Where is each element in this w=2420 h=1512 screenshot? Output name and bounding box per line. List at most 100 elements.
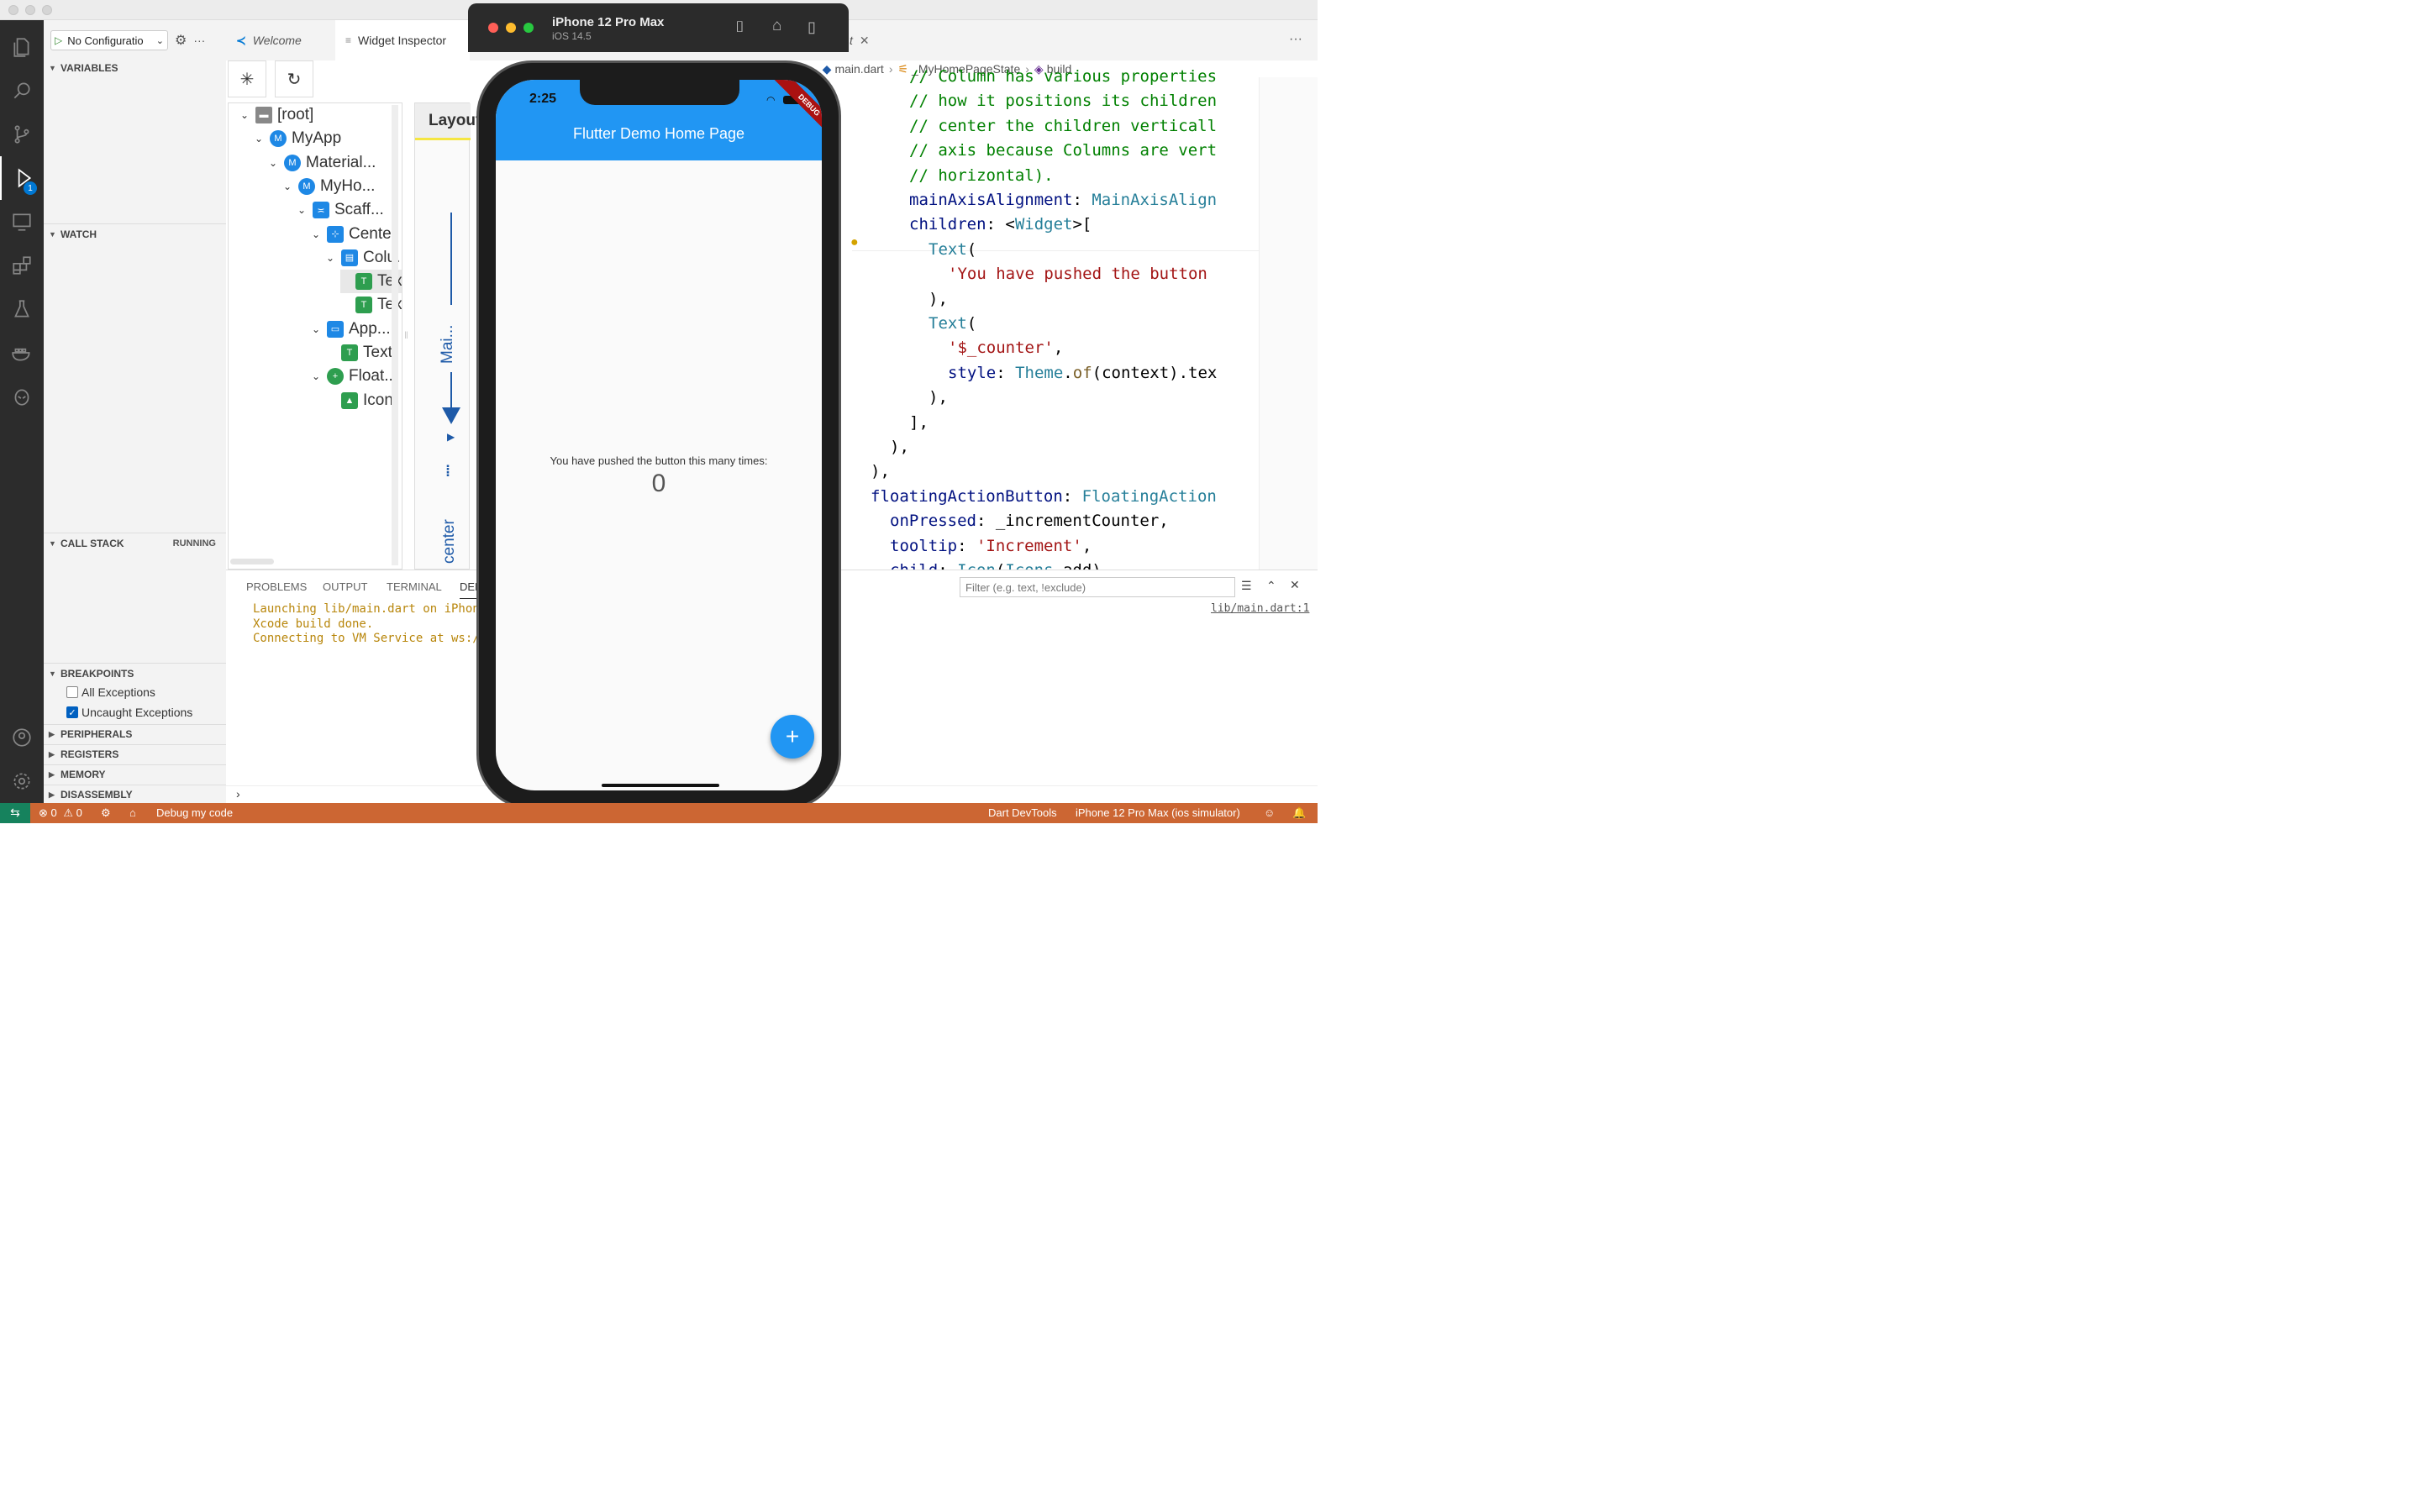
tree-node-label: Text <box>377 296 402 314</box>
chevron-down-icon[interactable]: ⌄ <box>297 204 313 216</box>
tree-node[interactable]: ▲ Icon <box>326 389 393 412</box>
testing-icon[interactable] <box>0 287 44 331</box>
select-widget-mode-icon[interactable]: ✳ <box>228 60 266 97</box>
home-indicator[interactable] <box>602 784 719 787</box>
run-debug-icon[interactable]: 1 <box>0 156 44 200</box>
chevron-down-icon[interactable]: ⌄ <box>312 323 327 335</box>
close-icon[interactable]: ✕ <box>1290 578 1300 592</box>
layout-explorer-tab[interactable]: Layout <box>415 103 481 140</box>
variables-section-header[interactable]: ▼ VARIABLES <box>44 59 226 77</box>
dart-devtools-button[interactable]: Dart DevTools <box>988 806 1057 819</box>
cross-axis-label[interactable]: center <box>440 519 459 564</box>
more-actions-icon[interactable]: ··· <box>193 34 205 47</box>
disassembly-section-header[interactable]: ▶ DISASSEMBLY <box>44 785 226 804</box>
code-editor[interactable]: › ◆ main.dart › ⚟ _MyHomePageState › ◈ b… <box>812 60 1318 580</box>
increment-fab-button[interactable]: + <box>771 715 814 759</box>
panel-tab[interactable]: PROBLEMS <box>246 580 307 593</box>
call-stack-section-header[interactable]: ▼ CALL STACK RUNNING <box>44 534 226 553</box>
launch-config-select[interactable]: ▷ No Configuratio ⌄ <box>50 30 168 50</box>
minimap[interactable] <box>1259 77 1318 570</box>
lightbulb-icon[interactable]: ● <box>850 235 859 250</box>
more-actions-icon[interactable]: ··· <box>1289 32 1302 47</box>
tree-node[interactable]: ⌄ ⊹ Center <box>312 223 397 246</box>
tree-node[interactable]: ⌄ ≍ Scaff... <box>297 198 384 222</box>
chevron-down-icon[interactable]: ⌄ <box>269 157 284 169</box>
debug-configuration[interactable]: Debug my code <box>156 806 233 819</box>
remote-explorer-icon[interactable] <box>0 200 44 244</box>
explorer-icon[interactable] <box>0 25 44 69</box>
home-icon[interactable]: ⌂ <box>129 806 136 819</box>
remote-indicator-icon[interactable]: ⇆ <box>0 803 30 823</box>
chevron-down-icon: ▼ <box>49 669 56 678</box>
minimize-window-button[interactable] <box>25 5 35 15</box>
gear-icon[interactable]: ⚙ <box>175 32 187 49</box>
tree-node[interactable]: ⌄ + Float... <box>312 365 397 388</box>
chevron-right-icon[interactable]: ▶ <box>447 431 455 443</box>
search-icon[interactable] <box>0 69 44 113</box>
breakpoints-section-header[interactable]: ▼ BREAKPOINTS <box>44 664 226 683</box>
debug-target-icon[interactable]: ⚙ <box>101 806 111 820</box>
tree-node[interactable]: ⌄ M MyHo... <box>283 175 375 198</box>
vscode-logo-icon: ≺ <box>236 33 246 47</box>
settings-gear-icon[interactable] <box>0 759 44 803</box>
breadcrumb-file[interactable]: main.dart <box>834 62 883 76</box>
panel-tab[interactable]: TERMINAL <box>387 580 442 593</box>
registers-section-header[interactable]: ▶ REGISTERS <box>44 745 226 764</box>
extensions-icon[interactable] <box>0 244 44 287</box>
code-line: 'You have pushed the button <box>948 265 1207 284</box>
chevron-right-icon[interactable]: › <box>236 787 240 801</box>
breakpoint-uncaught-exceptions[interactable]: ✓ Uncaught Exceptions <box>66 706 192 719</box>
home-icon[interactable]: ⌂ <box>772 17 781 35</box>
zoom-window-button[interactable] <box>523 23 534 33</box>
account-icon[interactable] <box>0 716 44 759</box>
tree-node[interactable]: ⌄ M MyApp <box>255 127 341 150</box>
tab-welcome[interactable]: ≺ Welcome <box>226 20 334 60</box>
close-icon[interactable]: ✕ <box>860 34 870 48</box>
checkbox-checked[interactable]: ✓ <box>66 706 78 718</box>
panel-tab[interactable]: OUTPUT <box>323 580 367 593</box>
close-window-button[interactable] <box>8 5 18 15</box>
notifications-bell-icon[interactable]: 🔔 <box>1292 806 1306 820</box>
chevron-down-icon[interactable]: ⌄ <box>255 133 270 144</box>
breakpoint-all-exceptions[interactable]: All Exceptions <box>66 685 155 699</box>
alien-icon[interactable] <box>0 375 44 418</box>
watch-section-header[interactable]: ▼ WATCH <box>44 225 226 244</box>
tab-widget-inspector[interactable]: ≡ Widget Inspector <box>335 20 470 60</box>
tree-node[interactable]: ⌄ ▭ App... <box>312 318 391 341</box>
close-window-button[interactable] <box>488 23 498 33</box>
rotate-icon[interactable]: ▯ <box>808 18 816 36</box>
minimize-window-button[interactable] <box>506 23 516 33</box>
source-control-icon[interactable] <box>0 113 44 156</box>
code-line: Text( <box>929 239 977 259</box>
resize-handle[interactable]: ‖ <box>404 329 409 346</box>
simulator-device-name: iPhone 12 Pro Max <box>552 15 665 29</box>
M-widget-icon: M <box>298 177 315 195</box>
start-debug-icon[interactable]: ▷ <box>55 34 62 46</box>
tree-node[interactable]: ⌄ ▬ [root] <box>240 103 313 127</box>
device-selector[interactable]: iPhone 12 Pro Max (ios simulator) <box>1076 806 1240 819</box>
errors-warnings[interactable]: ⊗ 0 ⚠ 0 <box>39 806 82 820</box>
filter-input[interactable]: Filter (e.g. text, !exclude) <box>960 577 1235 597</box>
refresh-tree-icon[interactable]: ↻ <box>275 60 313 97</box>
chevron-up-icon[interactable]: ⌃ <box>1266 579 1276 593</box>
chevron-down-icon[interactable]: ⌄ <box>312 228 327 240</box>
memory-section-header[interactable]: ▶ MEMORY <box>44 765 226 784</box>
source-link[interactable]: lib/main.dart:1 <box>1211 602 1309 615</box>
checkbox[interactable] <box>66 686 78 698</box>
peripherals-section-header[interactable]: ▶ PERIPHERALS <box>44 725 226 743</box>
screenshot-icon[interactable]: ⌷ <box>735 18 744 36</box>
tree-scrollbar[interactable] <box>392 105 398 565</box>
zoom-window-button[interactable] <box>42 5 52 15</box>
tree-node[interactable]: T Text: <box>326 341 397 365</box>
feedback-icon[interactable]: ☺ <box>1264 806 1275 819</box>
chevron-down-icon[interactable]: ⌄ <box>326 252 341 264</box>
debug-sidebar: ▷ No Configuratio ⌄ ⚙ ··· ▼ VARIABLES ▼ WA… <box>44 20 226 803</box>
chevron-down-icon[interactable]: ⌄ <box>312 370 327 382</box>
tree-node[interactable]: ⌄ M Material... <box>269 151 376 175</box>
docker-icon[interactable] <box>0 331 44 375</box>
clear-console-icon[interactable]: ☰ <box>1241 579 1252 593</box>
tree-node-label: Icon <box>363 391 393 409</box>
chevron-down-icon[interactable]: ⌄ <box>240 109 255 121</box>
tree-horizontal-scrollbar[interactable] <box>230 559 274 564</box>
chevron-down-icon[interactable]: ⌄ <box>283 181 298 192</box>
